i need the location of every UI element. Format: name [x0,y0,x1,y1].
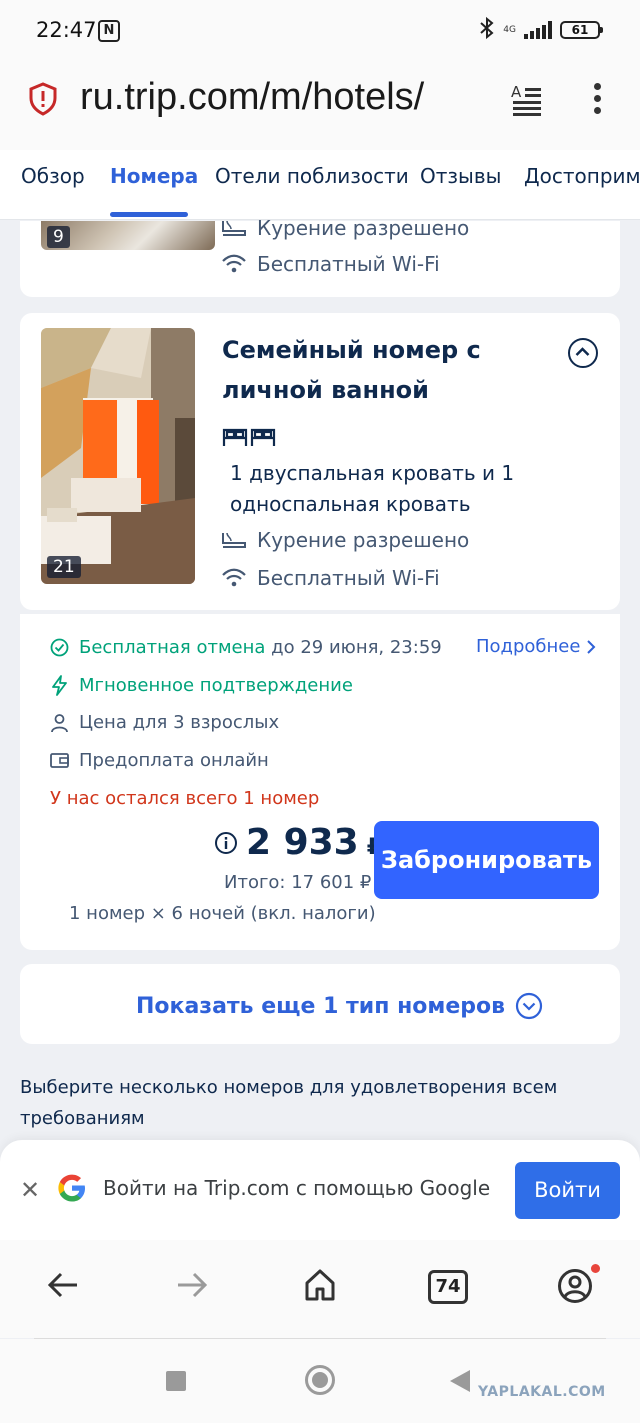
home-icon[interactable] [303,1268,337,1306]
tab-nearby-hotels[interactable]: Отели поблизости [215,164,409,188]
tab-reviews[interactable]: Отзывы [420,164,501,188]
recent-apps-icon[interactable] [166,1371,186,1391]
room-photo[interactable]: 21 [41,328,195,584]
battery-icon: 61 [560,21,603,39]
url-field[interactable]: ru.trip.com/m/hotels/ [80,76,490,119]
free-cancellation: Бесплатная отмена до 29 июня, 23:59 [50,637,442,658]
multi-room-hint: Выберите несколько номеров для удовлетво… [20,1077,558,1129]
watermark: YAPLAKAL.COM [478,1384,606,1400]
google-signin-button[interactable]: Войти [515,1162,620,1219]
nfc-icon: N [98,20,120,42]
browser-bottom-bar [0,1240,640,1338]
photo-count-badge: 9 [47,226,70,248]
google-signin-prompt: ✕ Войти на Trip.com с помощью Google Вой… [0,1140,640,1240]
person-icon [51,713,68,732]
offer-card [20,614,620,950]
instant-confirmation-label: Мгновенное подтверждение [79,675,353,696]
notification-dot [591,1264,600,1273]
amenity-label: Курение разрешено [257,216,470,240]
prev-room-card[interactable]: 9 Курение разрешено Бесплатный Wi-Fi [20,216,620,297]
smoking-icon [222,220,246,236]
tab-rooms[interactable]: Номера [110,164,198,188]
price-for-guests-label: Цена для 3 взрослых [79,712,280,733]
info-icon [215,831,237,854]
double-bed-icon [222,424,276,452]
bed-description: 1 двуспальная кровать и 1 односпальная к… [230,461,515,516]
availability-warning: У нас остался всего 1 номер [50,788,320,809]
tab-overview[interactable]: Обзор [21,164,85,188]
total-price: Итого: 17 601 ₽ [224,872,372,893]
forward-arrow-icon[interactable] [176,1268,208,1306]
bluetooth-icon [479,16,495,45]
reader-mode-icon[interactable]: A [510,82,544,116]
address-bar: ru.trip.com/m/hotels/ A [0,62,640,150]
section-tabs: Обзор Номера Отели поблизости Отзывы Дос… [0,150,640,220]
wifi-icon [222,254,246,273]
signal-icon [524,21,552,39]
show-more-rooms[interactable]: Показать еще 1 тип номеров [136,992,543,1020]
free-cancellation-label: Бесплатная отмена [79,637,266,658]
menu-icon[interactable] [584,80,610,120]
room-title[interactable]: Семейный номер с личной ванной [222,330,502,410]
amenity-smoking: Курение разрешено [221,528,469,552]
amenity-label: Курение разрешено [257,528,470,552]
room-photo-image [41,328,195,584]
amenity-smoking: Курение разрешено [221,216,469,240]
amenity-wifi: Бесплатный Wi-Fi [221,252,440,276]
show-more-label[interactable]: Показать еще 1 тип номеров [136,994,505,1019]
google-signin-text: Войти на Trip.com с помощью Google [103,1176,491,1200]
check-circle-icon [50,638,69,657]
status-indicators: 4G 61 [479,16,603,45]
site-security-icon[interactable] [28,82,58,116]
active-tab-indicator [110,212,188,217]
chevron-right-icon [587,639,596,654]
system-navigation-bar: YAPLAKAL.COM [0,1339,640,1423]
price-row: 2 933 ₽ [214,822,382,863]
back-arrow-icon[interactable] [47,1268,79,1306]
smoking-icon [222,532,246,548]
price-for-guests: Цена для 3 взрослых [50,712,279,733]
svg-text:A: A [511,83,522,101]
wifi-icon [222,568,246,587]
instant-confirmation: Мгновенное подтверждение [50,675,353,696]
photo-count-badge: 21 [47,556,81,578]
price-value: 2 933 [246,822,359,863]
free-cancellation-date: до 29 июня, 23:59 [271,637,442,658]
prepayment-label: Предоплата онлайн [79,750,269,771]
tabs-count-icon[interactable]: 74 [428,1270,468,1304]
close-icon[interactable]: ✕ [20,1178,40,1202]
tab-attractions[interactable]: Достопримечательности [524,164,640,188]
status-time: 22:47 [36,18,97,42]
chevron-up-icon[interactable] [568,338,598,368]
prev-room-photo[interactable]: 9 [41,221,215,250]
prepayment: Предоплата онлайн [50,750,269,771]
status-bar: 22:47 N 4G 61 [0,0,640,62]
details-link-label[interactable]: Подробнее [476,636,580,657]
chevron-down-circle-icon [515,992,543,1020]
amenity-label: Бесплатный Wi-Fi [257,566,440,590]
amenity-wifi: Бесплатный Wi-Fi [221,566,440,590]
amenity-label: Бесплатный Wi-Fi [257,252,440,276]
lightning-icon [52,675,67,696]
profile-icon[interactable] [557,1268,593,1308]
system-back-icon[interactable] [450,1370,470,1392]
wallet-icon [50,753,69,768]
network-type: 4G [503,24,516,35]
details-link[interactable]: Подробнее [476,636,596,657]
nights-summary: 1 номер × 6 ночей (вкл. налоги) [69,903,376,924]
book-button[interactable]: Забронировать [374,821,599,899]
system-home-icon[interactable] [305,1365,335,1395]
google-logo-icon [56,1172,88,1208]
